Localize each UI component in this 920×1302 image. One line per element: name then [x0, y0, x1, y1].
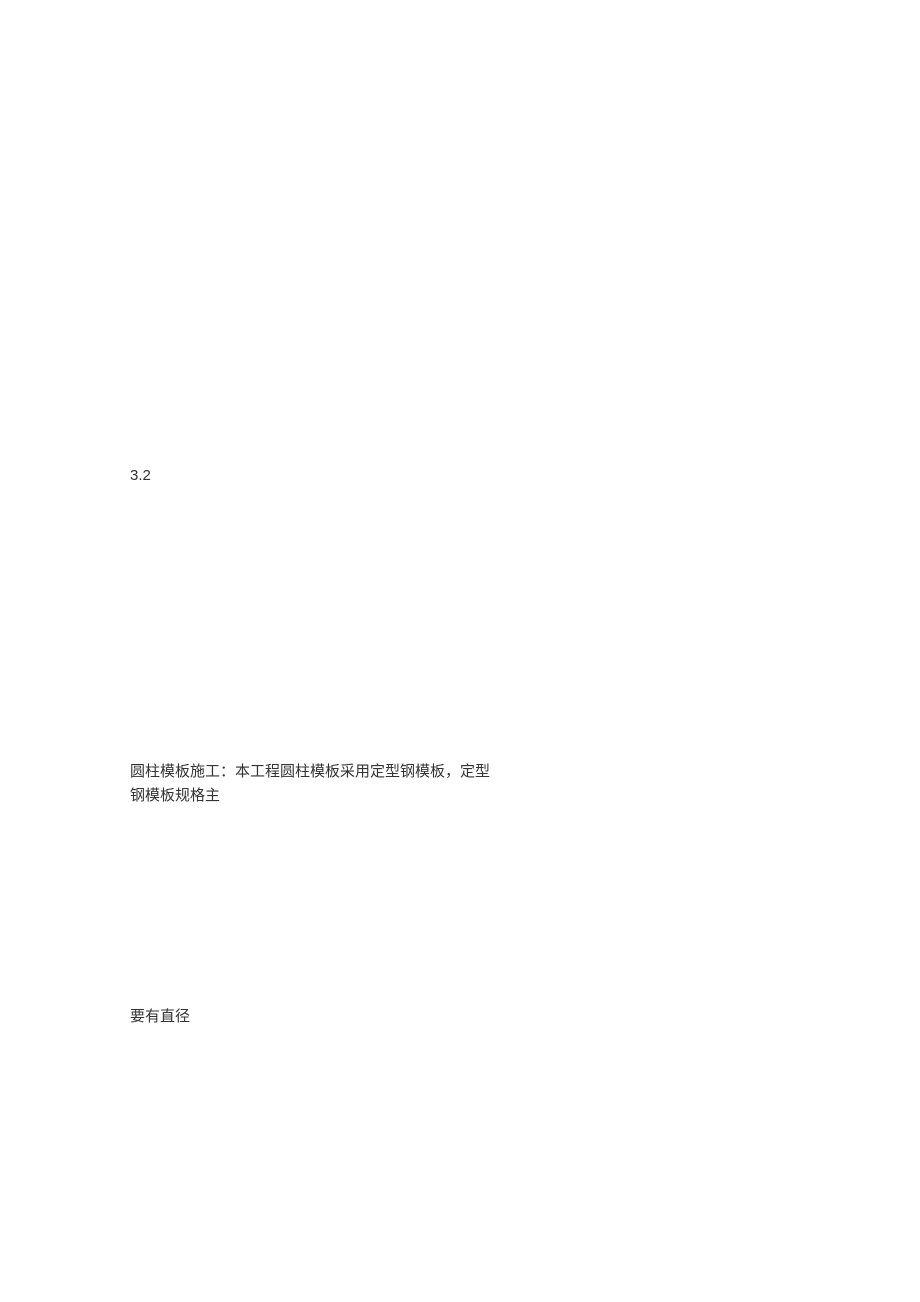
- paragraph-1: 圆柱模板施工：本工程圆柱模板采用定型钢模板，定型 钢模板规格主: [130, 760, 490, 808]
- section-number: 3.2: [130, 467, 790, 484]
- paragraph-1-line-2: 钢模板规格主: [130, 788, 220, 804]
- paragraph-1-line-1: 圆柱模板施工：本工程圆柱模板采用定型钢模板，定型: [130, 764, 490, 780]
- paragraph-2: 要有直径: [130, 1005, 790, 1026]
